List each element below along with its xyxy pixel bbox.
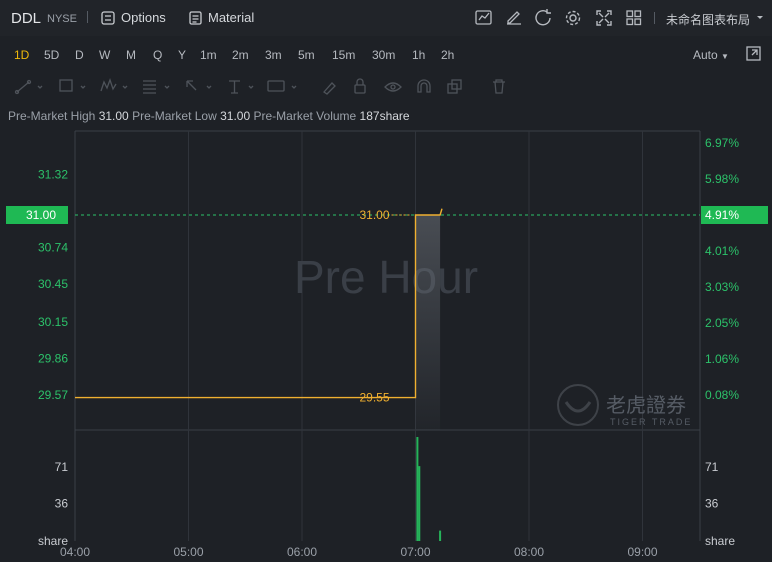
tiger-trade-logo — [557, 384, 599, 426]
tiger-logo-circle — [557, 384, 599, 426]
y-right-tick-label: 3.03% — [705, 280, 739, 294]
current-pct-label: 4.91% — [705, 208, 739, 222]
y-right-tick-label: 0.08% — [705, 388, 739, 402]
price-annotation: 29.55 — [359, 391, 389, 405]
x-tick-label: 07:00 — [400, 545, 430, 559]
volume-y-tick-label-right: 71 — [705, 460, 719, 474]
y-left-tick-label: 29.86 — [38, 351, 68, 365]
price-annotation: 31.00 — [359, 208, 389, 222]
volume-unit-label-right: share — [705, 534, 735, 548]
tiger-logo-stripe — [564, 401, 592, 413]
brand-en-watermark: TIGER TRADE — [610, 417, 692, 427]
y-left-tick-label: 30.45 — [38, 277, 68, 291]
brand-cn-watermark: 老虎證券 — [606, 394, 686, 417]
price-chart[interactable]: 04:00 05:00 06:00 07:00 08:00 09:00Pre Hour老虎… — [0, 0, 772, 562]
y-left-tick-label: 31.32 — [38, 168, 68, 182]
volume-bar — [439, 530, 442, 541]
price-area-fill — [415, 215, 441, 430]
volume-y-tick-label: 36 — [55, 497, 69, 511]
volume-y-tick-label: 71 — [55, 460, 69, 474]
y-left-tick-label: 30.15 — [38, 315, 68, 329]
y-left-tick-label: 30.74 — [38, 241, 68, 255]
y-right-tick-label: 5.98% — [705, 172, 739, 186]
pre-hour-watermark: Pre Hour — [294, 251, 478, 303]
y-right-tick-label: 1.06% — [705, 352, 739, 366]
current-price-label: 31.00 — [26, 208, 56, 222]
x-tick-label: 09:00 — [627, 545, 657, 559]
price-series-line — [75, 208, 443, 399]
volume-y-tick-label-right: 36 — [705, 497, 719, 511]
y-left-tick-label: 29.57 — [38, 388, 68, 402]
y-right-tick-label: 6.97% — [705, 136, 739, 150]
y-right-tick-label: 4.01% — [705, 244, 739, 258]
x-tick-label: 06:00 — [287, 545, 317, 559]
x-tick-label: 08:00 — [514, 545, 544, 559]
y-right-tick-label: 2.05% — [705, 316, 739, 330]
x-tick-label: 05:00 — [173, 545, 203, 559]
volume-bar — [418, 466, 421, 541]
volume-unit-label: share — [38, 534, 68, 548]
volume-bar — [416, 437, 419, 541]
